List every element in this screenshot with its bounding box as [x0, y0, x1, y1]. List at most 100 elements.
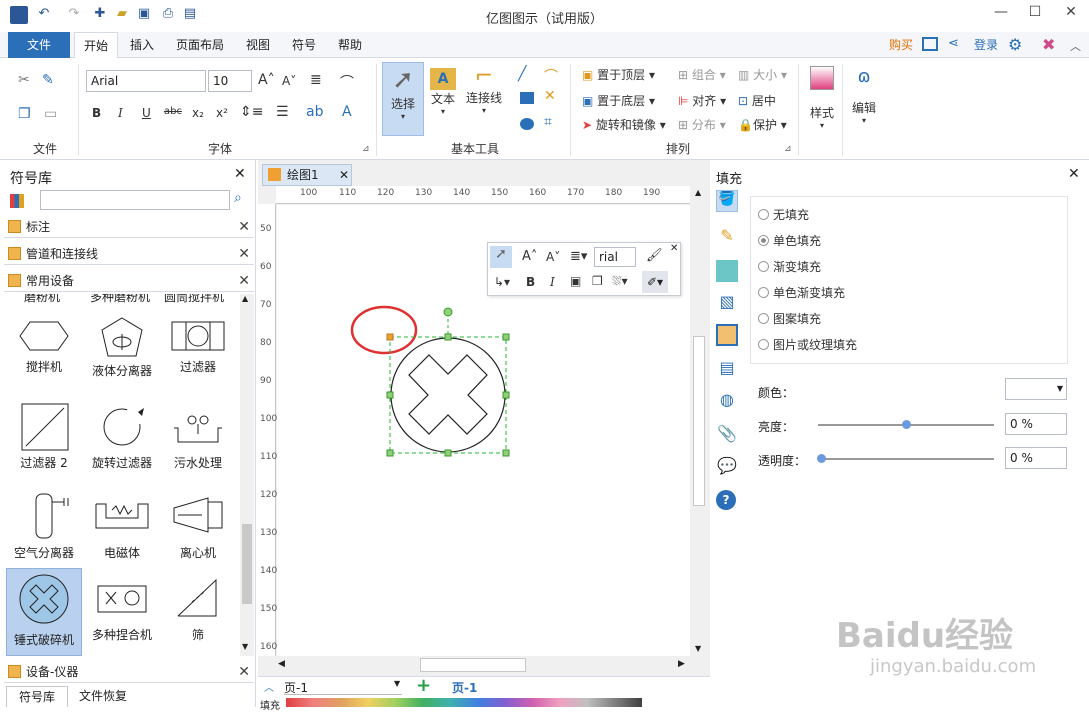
symbol-filter[interactable]: 过滤器 — [158, 316, 238, 402]
fill-option-solid[interactable]: 单色填充 — [758, 232, 821, 249]
library-search-input[interactable] — [40, 190, 230, 210]
comment-tab-icon[interactable]: 💬 — [716, 456, 738, 478]
menu-symbol[interactable]: 符号 — [284, 32, 324, 58]
resize-handle[interactable] — [502, 449, 510, 457]
bring-to-front-button[interactable]: ▣ 置于顶层 ▾ — [582, 66, 655, 83]
resize-handle[interactable] — [386, 449, 394, 457]
page-select[interactable]: 页-1 — [284, 679, 402, 695]
account-icon[interactable] — [922, 37, 938, 51]
symbol-screen[interactable]: 筛 — [158, 574, 238, 656]
rotate-mirror-button[interactable]: ➤ 旋转和镜像 ▾ — [582, 116, 666, 133]
size-button[interactable]: ▥ 大小 ▾ — [738, 66, 787, 83]
collapse-ribbon-icon[interactable]: ︿ — [1070, 38, 1081, 54]
style-button[interactable]: 样式 ▾ — [804, 66, 840, 130]
float-back-icon[interactable]: ❐ — [592, 274, 603, 288]
line-tool-icon[interactable]: ╱ — [518, 66, 526, 82]
distribute-button[interactable]: ⊞ 分布 ▾ — [678, 116, 726, 133]
rectangle-tool-icon[interactable] — [520, 92, 534, 104]
login-link[interactable]: 登录 — [970, 32, 1002, 58]
float-fill-icon[interactable]: ⛆▾ — [612, 274, 628, 289]
bold-icon[interactable]: B — [92, 106, 101, 120]
page-select-chevron-icon[interactable]: ▼ — [394, 679, 400, 688]
float-shrink-font-icon[interactable]: A˅ — [546, 250, 560, 264]
maximize-button[interactable]: ☐ — [1020, 4, 1050, 24]
canvas-horizontal-scrollbar[interactable]: ◀ ▶ — [276, 656, 690, 674]
float-close-icon[interactable]: ✕ — [670, 243, 678, 254]
edit-button[interactable]: ɷ 编辑 ▾ — [846, 66, 882, 125]
resize-handle[interactable] — [502, 333, 510, 341]
shadow-tab-icon[interactable] — [716, 260, 738, 282]
transparency-slider[interactable] — [817, 454, 994, 463]
copy-icon[interactable]: ❐ — [18, 106, 31, 122]
subscript-icon[interactable]: x₂ — [192, 106, 204, 120]
font-name-select[interactable]: Arial — [86, 70, 206, 92]
library-grid-icon[interactable] — [10, 194, 24, 208]
scroll-up-icon[interactable]: ▲ — [242, 294, 248, 303]
group-button[interactable]: ⊞ 组合 ▾ — [678, 66, 726, 83]
float-grow-font-icon[interactable]: A˄ — [522, 249, 537, 264]
buy-link[interactable]: 购买 — [884, 32, 918, 58]
line-spacing-icon[interactable]: ⇕≡ — [240, 104, 263, 120]
font-dialog-launcher-icon[interactable]: ⊿ — [362, 144, 370, 154]
color-picker[interactable]: ▼ — [1005, 378, 1067, 400]
resize-handle[interactable] — [444, 449, 452, 457]
theme-icon[interactable]: ✖ — [1042, 35, 1055, 54]
close-button[interactable]: ✕ — [1056, 4, 1086, 24]
minimize-button[interactable]: — — [986, 4, 1016, 24]
document-tab[interactable]: 绘图1 ✕ — [262, 164, 352, 186]
library-section-equipment[interactable]: 常用设备 ✕ — [4, 270, 254, 292]
highlight-icon[interactable]: ab — [306, 104, 323, 120]
float-line-icon[interactable]: ✐▾ — [642, 271, 668, 293]
symbol-rotary-filter[interactable]: 旋转过滤器 — [82, 402, 162, 488]
symbol-air-separator[interactable]: 空气分离器 — [4, 488, 84, 574]
menu-view[interactable]: 视图 — [240, 32, 276, 58]
text-tool-button[interactable]: A 文本 ▾ — [426, 62, 460, 136]
underline-icon[interactable]: U — [142, 106, 151, 120]
scroll-thumb[interactable] — [242, 524, 252, 604]
grow-font-icon[interactable]: A˄ — [258, 72, 275, 88]
resize-handle[interactable] — [444, 333, 452, 341]
bullets-icon[interactable]: ☰ — [276, 104, 289, 120]
resize-handle[interactable] — [386, 333, 394, 341]
resize-handle[interactable] — [502, 391, 510, 399]
symbol-electromagnet[interactable]: 电磁体 — [82, 488, 162, 574]
help-tab-icon[interactable]: ? — [716, 490, 736, 510]
brightness-input[interactable]: 0 % — [1005, 413, 1067, 435]
text-direction-icon[interactable]: ⌒ — [340, 72, 354, 92]
float-front-icon[interactable]: ▣ — [570, 274, 581, 288]
scroll-up-icon[interactable]: ▲ — [695, 188, 701, 197]
color-palette[interactable] — [286, 698, 642, 707]
float-select-icon[interactable]: ➚ — [490, 246, 512, 268]
fill-panel-close-icon[interactable]: ✕ — [1068, 166, 1080, 182]
page-tab[interactable]: 页-1 — [452, 679, 477, 696]
align-button[interactable]: ⊫ 对齐 ▾ — [678, 92, 726, 109]
format-painter-icon[interactable]: ✎ — [42, 72, 54, 88]
scroll-thumb[interactable] — [693, 336, 705, 506]
close-icon[interactable]: ✕ — [238, 243, 250, 265]
paste-icon[interactable]: ▭ — [44, 106, 57, 122]
fill-option-pattern[interactable]: 图案填充 — [758, 310, 821, 327]
transparency-slider-knob[interactable] — [817, 454, 826, 463]
float-painter-icon[interactable]: 🖌 — [646, 248, 663, 263]
fill-option-none[interactable]: 无填充 — [758, 206, 809, 223]
float-bold-icon[interactable]: B — [526, 275, 535, 289]
canvas-vertical-scrollbar[interactable]: ▲ ▼ — [690, 186, 708, 656]
collapse-icon[interactable]: ︿ — [264, 679, 274, 694]
symbol-centrifuge[interactable]: 离心机 — [158, 488, 238, 574]
menu-layout[interactable]: 页面布局 — [170, 32, 230, 58]
library-section-instruments[interactable]: 设备-仪器 ✕ — [4, 661, 254, 683]
scroll-down-icon[interactable]: ▼ — [695, 644, 701, 653]
resize-handle[interactable] — [386, 391, 394, 399]
fill-option-solid-gradient[interactable]: 单色渐变填充 — [758, 284, 845, 301]
library-tab-recovery[interactable]: 文件恢复 — [70, 686, 136, 707]
font-color-icon[interactable]: A — [342, 104, 352, 120]
symbol-liquid-separator[interactable]: 液体分离器 — [82, 316, 162, 402]
scroll-down-icon[interactable]: ▼ — [242, 642, 248, 651]
arrange-dialog-launcher-icon[interactable]: ⊿ — [784, 144, 792, 154]
font-size-select[interactable]: 10 — [208, 70, 252, 92]
scroll-right-icon[interactable]: ▶ — [678, 659, 685, 669]
close-icon[interactable]: ✕ — [238, 661, 250, 683]
search-icon[interactable]: ⌕ — [234, 190, 242, 206]
library-close-icon[interactable]: ✕ — [234, 166, 246, 182]
float-connector-icon[interactable]: ↳▾ — [494, 275, 510, 289]
